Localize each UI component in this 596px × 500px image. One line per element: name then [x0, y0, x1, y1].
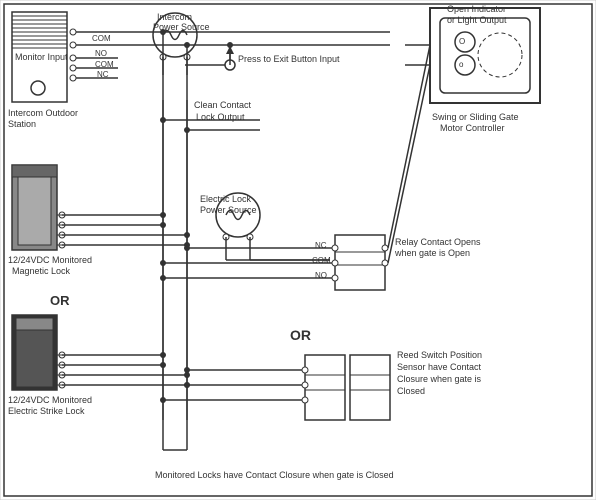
svg-text:Sensor have Contact: Sensor have Contact: [397, 362, 482, 372]
swing-gate-label: Swing or Sliding Gate: [432, 112, 519, 122]
or-label-1: OR: [50, 293, 70, 308]
svg-text:Electric Strike Lock: Electric Strike Lock: [8, 406, 85, 416]
open-indicator-label: Open Indicator: [447, 4, 506, 14]
svg-text:Station: Station: [8, 119, 36, 129]
no-label-1: NO: [95, 49, 107, 58]
relay-contact-label: Relay Contact Opens: [395, 237, 481, 247]
magnetic-lock-label: 12/24VDC Monitored: [8, 255, 92, 265]
or-label-2: OR: [290, 327, 311, 343]
com-label-2: COM: [95, 60, 114, 69]
svg-text:or Light Output: or Light Output: [447, 15, 507, 25]
electric-strike-label: 12/24VDC Monitored: [8, 395, 92, 405]
monitor-input-label: Monitor Input: [15, 52, 68, 62]
clean-contact-label: Clean Contact: [194, 100, 252, 110]
electric-lock-power-label: Electric Lock: [200, 194, 252, 204]
svg-text:when gate is Open: when gate is Open: [394, 248, 470, 258]
intercom-outdoor-label: Intercom Outdoor: [8, 108, 78, 118]
svg-text:Motor Controller: Motor Controller: [440, 123, 505, 133]
wiring-diagram: Monitor Input Intercom Outdoor Station C…: [0, 0, 596, 500]
reed-switch-label: Reed Switch Position: [397, 350, 482, 360]
svg-text:Closure when gate is: Closure when gate is: [397, 374, 482, 384]
svg-text:O: O: [459, 37, 465, 46]
svg-text:Magnetic Lock: Magnetic Lock: [12, 266, 71, 276]
svg-text:Power Source: Power Source: [200, 205, 257, 215]
press-to-exit-label: Press to Exit Button Input: [238, 54, 340, 64]
nc-label-1: NC: [97, 70, 109, 79]
monitored-locks-note: Monitored Locks have Contact Closure whe…: [155, 470, 394, 480]
svg-text:o: o: [459, 60, 464, 69]
com-label-1: COM: [92, 34, 111, 43]
intercom-power-label: Intercom: [157, 12, 192, 22]
svg-text:Closed: Closed: [397, 386, 425, 396]
